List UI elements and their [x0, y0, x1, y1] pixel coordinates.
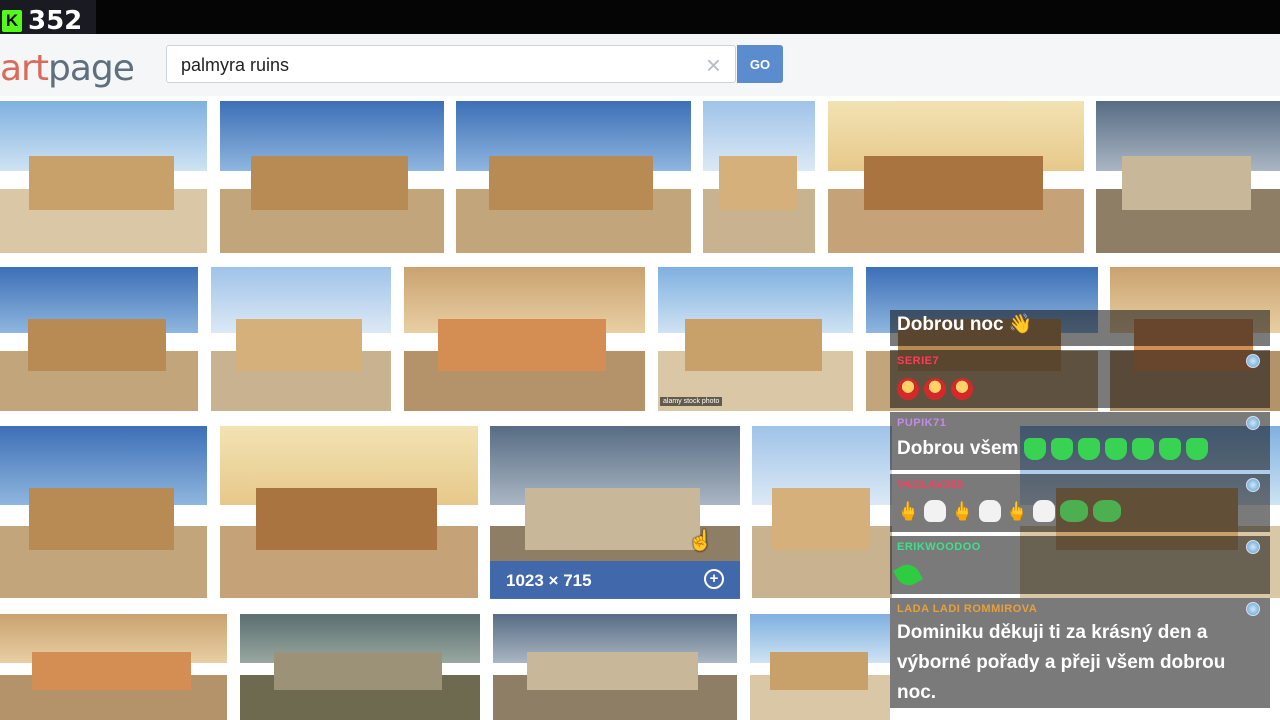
- startpage-logo[interactable]: artpage: [0, 48, 135, 89]
- emote-icon: [924, 377, 946, 400]
- chat-message: SERIE7: [890, 350, 1270, 408]
- chat-message-text: Dobrou všem: [897, 438, 1019, 459]
- chat-message-text: Dobrou noc 👋: [897, 314, 1033, 335]
- emote-icon: [951, 377, 973, 400]
- emote-icon: [897, 377, 919, 400]
- emote-icon: [1023, 437, 1046, 460]
- image-result[interactable]: [0, 614, 227, 720]
- search-query[interactable]: palmyra ruins: [181, 55, 289, 76]
- chat-username: ERIKWOODOO: [897, 541, 981, 553]
- chat-message: ERIKWOODOO: [890, 536, 1270, 594]
- leaf-emote-icon: [892, 559, 924, 591]
- chat-username: SERIE7: [897, 355, 940, 367]
- frog-emote-icon: [1093, 500, 1122, 522]
- emote-icon: [1077, 437, 1100, 460]
- hand-cursor-icon: ☝: [688, 530, 713, 552]
- gesture-emote-icon: 🖕: [951, 501, 974, 521]
- subscriber-badge-icon: [1246, 540, 1260, 554]
- image-result[interactable]: [493, 614, 737, 720]
- clear-icon[interactable]: ×: [706, 50, 721, 81]
- kick-logo-icon: K: [2, 10, 22, 32]
- emote-icon: [1131, 437, 1154, 460]
- add-icon[interactable]: +: [704, 569, 724, 589]
- chat-message-text: Dominiku děkuji ti za krásný den a výbor…: [897, 622, 1226, 703]
- emote-icon: [924, 500, 947, 522]
- image-result[interactable]: [0, 101, 207, 253]
- stream-chat-overlay: Dobrou noc 👋 SERIE7 PUPIK71 Dobrou všem …: [890, 310, 1270, 720]
- image-result[interactable]: [752, 426, 892, 598]
- go-button[interactable]: GO: [737, 45, 783, 83]
- subscriber-badge-icon: [1246, 354, 1260, 368]
- image-result[interactable]: [828, 101, 1084, 253]
- emote-icon: [1033, 500, 1056, 522]
- chat-username: VACLAV369: [897, 479, 964, 491]
- chat-username: PUPIK71: [897, 417, 947, 429]
- image-result[interactable]: [750, 614, 890, 720]
- emote-icon: [1185, 437, 1208, 460]
- image-size-overlay[interactable]: 1023 × 715 +: [490, 561, 740, 599]
- image-dimensions: 1023 × 715: [506, 571, 592, 590]
- chat-message: VACLAV369 🖕 🖕 🖕: [890, 474, 1270, 532]
- chat-message: LADA LADI ROMMIROVA Dominiku děkuji ti z…: [890, 598, 1270, 708]
- chat-emotes: 🖕 🖕 🖕: [897, 496, 1126, 526]
- chat-message: Dobrou noc 👋: [890, 310, 1270, 346]
- image-result[interactable]: [658, 267, 853, 411]
- emote-icon: [978, 500, 1001, 522]
- chat-username: LADA LADI ROMMIROVA: [897, 603, 1038, 615]
- image-result[interactable]: [0, 267, 198, 411]
- stream-top-bar: [0, 0, 1280, 34]
- frog-emote-icon: [1060, 500, 1089, 522]
- image-result[interactable]: [703, 101, 815, 253]
- viewer-count: 352: [28, 6, 83, 36]
- image-result[interactable]: [220, 426, 478, 598]
- gesture-emote-icon: 🖕: [897, 501, 920, 521]
- search-input[interactable]: palmyra ruins ×: [166, 45, 736, 83]
- subscriber-badge-icon: [1246, 416, 1260, 430]
- chat-message: PUPIK71 Dobrou všem: [890, 412, 1270, 470]
- stock-watermark: alamy stock photo: [660, 397, 723, 406]
- image-result[interactable]: [0, 426, 207, 598]
- subscriber-badge-icon: [1246, 478, 1260, 492]
- image-result[interactable]: [404, 267, 645, 411]
- emote-icon: [1050, 437, 1073, 460]
- image-result[interactable]: [220, 101, 444, 253]
- chat-emotes: [892, 559, 924, 591]
- gesture-emote-icon: 🖕: [1005, 501, 1029, 521]
- image-result[interactable]: [456, 101, 691, 253]
- image-result[interactable]: [240, 614, 480, 720]
- emote-icon: [1104, 437, 1127, 460]
- emote-icon: [1158, 437, 1181, 460]
- image-result[interactable]: [1096, 101, 1280, 253]
- image-result[interactable]: [211, 267, 391, 411]
- chat-emotes: [897, 374, 978, 404]
- chat-message-line: Dobrou všem: [897, 434, 1213, 464]
- subscriber-badge-icon: [1246, 602, 1260, 616]
